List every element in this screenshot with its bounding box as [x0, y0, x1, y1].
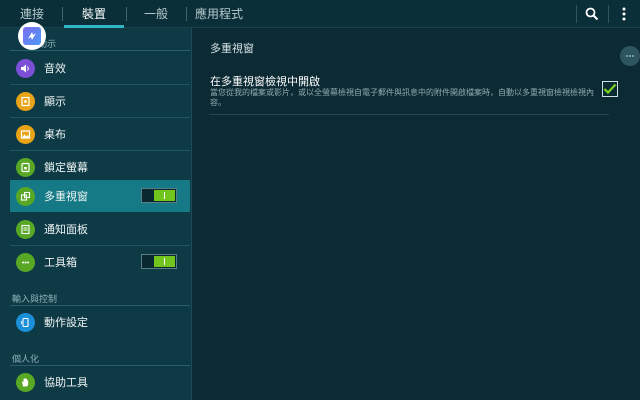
sidebar-item-wallpaper[interactable]: 桌布 [10, 118, 190, 150]
sidebar-item-label: 多重視窗 [44, 190, 88, 203]
floating-app-badge[interactable] [18, 22, 46, 50]
sidebar-item-notification-panel[interactable]: 通知面板 [10, 213, 190, 245]
settings-sidebar: 動示 音效 顯示 桌布 鎖定螢幕 多重視窗 通知面板 工具箱 輸入與控制 動作設… [0, 28, 192, 400]
more-vert-icon [622, 7, 626, 21]
multi-window-toggle[interactable] [141, 188, 177, 203]
sidebar-item-label: 鎖定螢幕 [44, 161, 88, 174]
checkmark-icon [603, 83, 617, 95]
tab-separator [126, 7, 127, 21]
volume-icon [16, 58, 35, 78]
tab-applications[interactable]: 應用程式 [188, 0, 250, 28]
sidebar-item-label: 音效 [44, 62, 66, 75]
toolbox-icon [16, 252, 35, 272]
option-divider [209, 114, 609, 115]
drag-handle-icon [626, 55, 634, 57]
toolbar-divider [608, 5, 609, 23]
tab-separator [62, 7, 63, 21]
sidebar-item-multi-window[interactable]: 多重視窗 [10, 180, 190, 212]
toggle-knob [154, 190, 175, 201]
sidebar-item-label: 工具箱 [44, 256, 77, 269]
sidebar-item-lock-screen[interactable]: 鎖定螢幕 [10, 151, 190, 183]
lock-screen-icon [16, 157, 35, 177]
section-divider [10, 50, 190, 51]
page-title: 多重視窗 [210, 42, 254, 55]
open-in-multi-window-checkbox[interactable] [602, 81, 618, 97]
sidebar-item-motion[interactable]: 動作設定 [10, 306, 190, 338]
toolbox-toggle[interactable] [141, 254, 177, 269]
sidebar-item-display[interactable]: 顯示 [10, 85, 190, 117]
sidebar-item-accessibility[interactable]: 協助工具 [10, 366, 190, 398]
multi-window-app-icon [23, 27, 41, 45]
sidebar-item-label: 動作設定 [44, 316, 88, 329]
toggle-knob [154, 256, 175, 267]
motion-icon [16, 312, 35, 332]
tab-separator [186, 7, 187, 21]
search-button[interactable] [578, 0, 606, 28]
notification-panel-icon [16, 219, 35, 239]
search-icon [585, 7, 599, 21]
section-header-input-control: 輸入與控制 [12, 295, 58, 305]
wallpaper-icon [16, 124, 35, 144]
tab-device[interactable]: 裝置 [64, 0, 124, 28]
sidebar-item-toolbox[interactable]: 工具箱 [10, 246, 190, 278]
tab-general[interactable]: 一般 [128, 0, 184, 28]
sidebar-item-label: 協助工具 [44, 376, 88, 389]
more-options-button[interactable] [610, 0, 638, 28]
option-title[interactable]: 在多重視窗檢視中開啟 [210, 73, 320, 89]
display-icon [16, 91, 35, 111]
sidebar-item-label: 桌布 [44, 128, 66, 141]
hand-icon [16, 372, 35, 392]
top-tab-bar: 連接 裝置 一般 應用程式 [0, 0, 640, 28]
multi-window-icon [16, 186, 35, 206]
sidebar-item-sound[interactable]: 音效 [10, 52, 190, 84]
detail-pane: 多重視窗 在多重視窗檢視中開啟 當您從我的檔案或影片，或以全螢幕檢視自電子郵件與… [193, 28, 640, 400]
sidebar-item-label: 通知面板 [44, 223, 88, 236]
sidebar-item-label: 顯示 [44, 95, 66, 108]
toolbar-divider [576, 5, 577, 23]
section-header-personalization: 個人化 [12, 355, 40, 365]
side-panel-handle[interactable] [620, 46, 640, 66]
option-description: 當您從我的檔案或影片，或以全螢幕檢視自電子郵件與訊息中的附件開啟檔案時，自動以多… [210, 88, 594, 107]
